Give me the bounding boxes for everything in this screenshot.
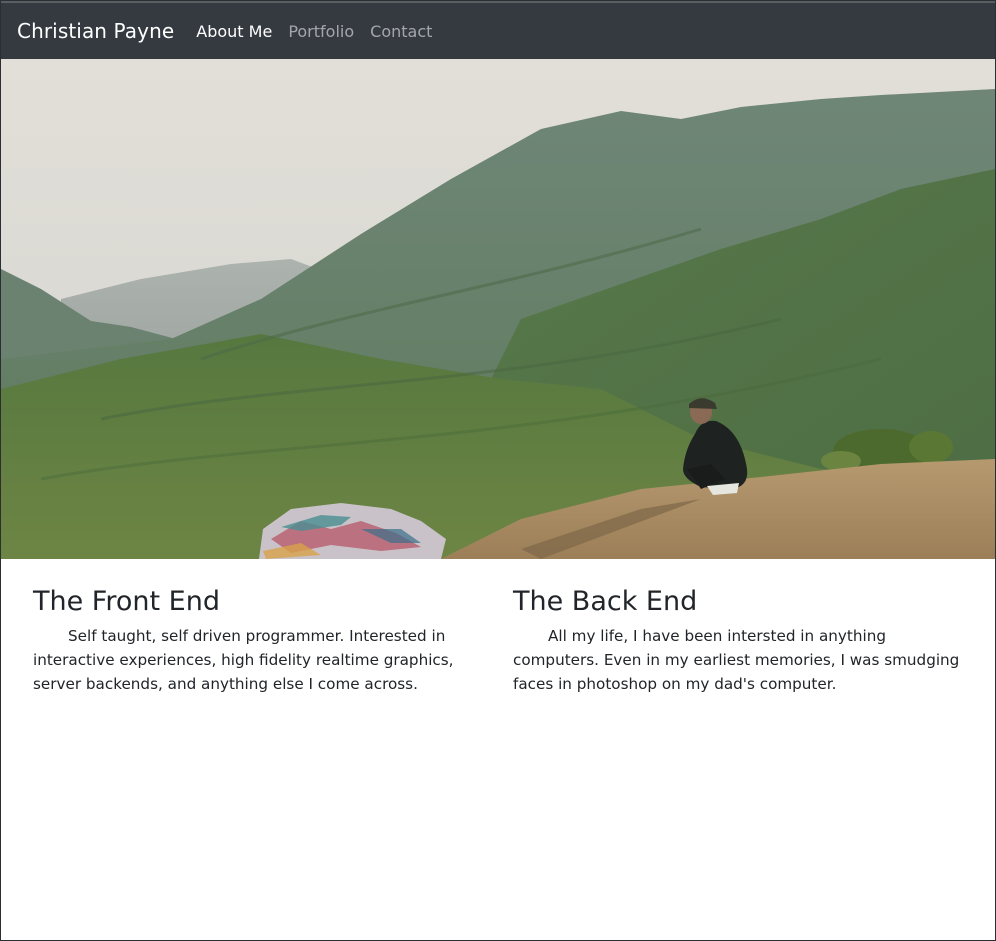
front-end-section: The Front End Self taught, self driven p… bbox=[33, 584, 473, 696]
nav-link-contact[interactable]: Contact bbox=[362, 22, 440, 41]
mountain-landscape-photo bbox=[1, 59, 995, 559]
back-end-body: All my life, I have been intersted in an… bbox=[513, 627, 960, 693]
nav-link-about-me[interactable]: About Me bbox=[188, 22, 280, 41]
back-end-section: The Back End All my life, I have been in… bbox=[513, 584, 968, 696]
front-end-title: The Front End bbox=[33, 586, 220, 617]
back-end-title: The Back End bbox=[513, 586, 698, 617]
navbar-brand[interactable]: Christian Payne bbox=[17, 19, 174, 43]
about-content: The Front End Self taught, self driven p… bbox=[1, 559, 995, 940]
nav-link-portfolio[interactable]: Portfolio bbox=[280, 22, 362, 41]
navbar: Christian Payne About Me Portfolio Conta… bbox=[1, 1, 995, 59]
page: Christian Payne About Me Portfolio Conta… bbox=[0, 0, 996, 941]
front-end-body: Self taught, self driven programmer. Int… bbox=[33, 627, 454, 693]
nav-links: About Me Portfolio Contact bbox=[188, 22, 440, 41]
hero-image bbox=[1, 59, 995, 559]
